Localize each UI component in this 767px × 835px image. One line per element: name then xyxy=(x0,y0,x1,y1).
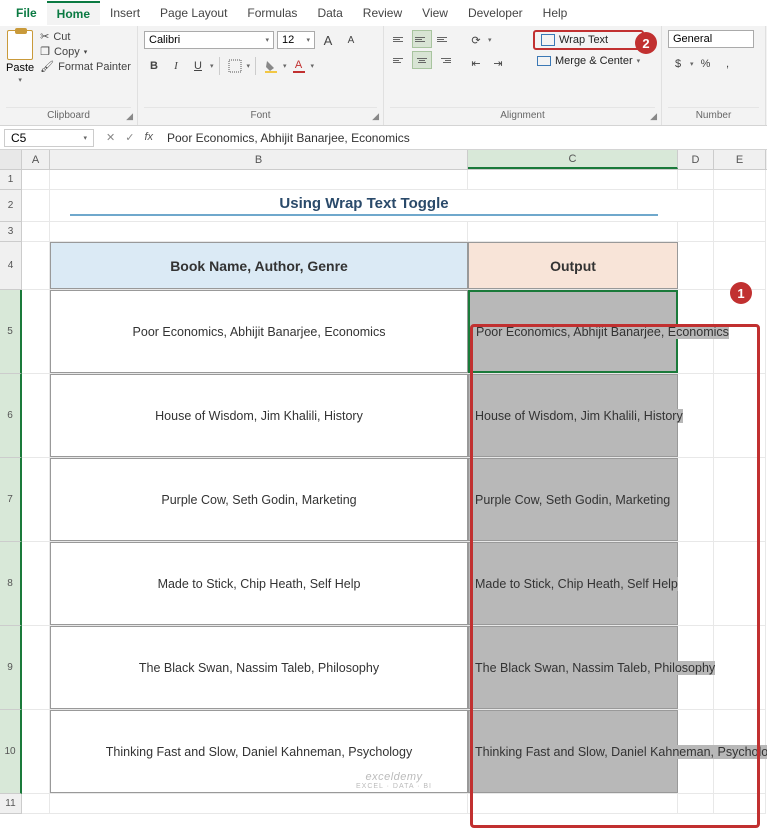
group-font: Calibri▾ 12▾ A A B I U ▾ ▾ ▾ A ▾ Font ◢ xyxy=(138,26,384,125)
select-all-corner[interactable] xyxy=(0,150,22,169)
increase-indent-button[interactable]: ⇥ xyxy=(488,53,508,73)
cell-b8[interactable]: Made to Stick, Chip Heath, Self Help xyxy=(50,542,468,625)
group-number: General $▾ % , Number xyxy=(662,26,766,125)
formula-bar[interactable]: Poor Economics, Abhijit Banarjee, Econom… xyxy=(161,131,767,145)
tab-file[interactable]: File xyxy=(6,2,47,24)
header-c[interactable]: Output xyxy=(468,242,678,289)
col-B[interactable]: B xyxy=(50,150,468,169)
cell-b7[interactable]: Purple Cow, Seth Godin, Marketing xyxy=(50,458,468,541)
italic-button[interactable]: I xyxy=(166,56,186,76)
group-number-label: Number xyxy=(668,107,759,123)
copy-button[interactable]: Copy▾ xyxy=(40,45,131,58)
brush-icon xyxy=(40,60,54,73)
borders-button[interactable] xyxy=(225,56,245,76)
copy-icon xyxy=(40,45,50,58)
cancel-formula-icon[interactable]: ✕ xyxy=(106,131,115,144)
font-size-combo[interactable]: 12▾ xyxy=(277,31,315,49)
ribbon-tabs: File Home Insert Page Layout Formulas Da… xyxy=(0,0,767,26)
paste-icon[interactable] xyxy=(7,30,33,60)
fx-icon[interactable]: fx xyxy=(144,131,153,144)
decrease-indent-button[interactable]: ⇤ xyxy=(466,53,486,73)
tab-developer[interactable]: Developer xyxy=(458,2,533,24)
tab-pagelayout[interactable]: Page Layout xyxy=(150,2,237,24)
row-6[interactable]: 6 xyxy=(0,374,22,458)
group-alignment-label: Alignment xyxy=(390,107,655,123)
group-clipboard: Paste ▾ Cut Copy▾ Format Painter Clipboa… xyxy=(0,26,138,125)
align-center-button[interactable] xyxy=(412,51,432,69)
row-9[interactable]: 9 xyxy=(0,626,22,710)
col-D[interactable]: D xyxy=(678,150,714,169)
tab-data[interactable]: Data xyxy=(307,2,352,24)
wrap-text-icon xyxy=(541,34,555,46)
row-3[interactable]: 3 xyxy=(0,222,22,242)
header-b[interactable]: Book Name, Author, Genre xyxy=(50,242,468,289)
group-font-label: Font xyxy=(144,107,377,123)
row-10[interactable]: 10 xyxy=(0,710,22,794)
underline-button[interactable]: U xyxy=(188,56,208,76)
name-box[interactable]: C5▾ xyxy=(4,129,94,147)
fill-color-button[interactable] xyxy=(261,56,281,76)
cell-b6[interactable]: House of Wisdom, Jim Khalili, History xyxy=(50,374,468,457)
accounting-button[interactable]: $ xyxy=(668,54,688,74)
merge-icon xyxy=(537,56,551,66)
cell-b9[interactable]: The Black Swan, Nassim Taleb, Philosophy xyxy=(50,626,468,709)
row-11[interactable]: 11 xyxy=(0,794,22,814)
align-top-button[interactable] xyxy=(390,30,410,48)
tab-formulas[interactable]: Formulas xyxy=(237,2,307,24)
cell-b5[interactable]: Poor Economics, Abhijit Banarjee, Econom… xyxy=(50,290,468,373)
row-8[interactable]: 8 xyxy=(0,542,22,626)
row-5[interactable]: 5 xyxy=(0,290,22,374)
tab-review[interactable]: Review xyxy=(353,2,412,24)
row-7[interactable]: 7 xyxy=(0,458,22,542)
scissors-icon xyxy=(40,30,49,43)
align-middle-button[interactable] xyxy=(412,30,432,48)
row-headers: 1 2 3 4 5 6 7 8 9 10 11 xyxy=(0,170,22,814)
comma-button[interactable]: , xyxy=(718,54,738,74)
column-headers: A B C D E xyxy=(0,150,767,170)
align-left-button[interactable] xyxy=(390,51,410,69)
clipboard-dialog-launcher[interactable]: ◢ xyxy=(126,111,133,122)
enter-formula-icon[interactable]: ✓ xyxy=(125,131,134,144)
row-2[interactable]: 2 xyxy=(0,190,22,222)
watermark: exceldemy EXCEL · DATA · BI xyxy=(356,772,432,790)
font-name-combo[interactable]: Calibri▾ xyxy=(144,31,274,49)
bold-button[interactable]: B xyxy=(144,56,164,76)
format-painter-button[interactable]: Format Painter xyxy=(40,60,131,73)
col-E[interactable]: E xyxy=(714,150,766,169)
align-right-button[interactable] xyxy=(434,51,454,69)
row-4[interactable]: 4 xyxy=(0,242,22,290)
callout-badge-2: 2 xyxy=(635,32,657,54)
tab-insert[interactable]: Insert xyxy=(100,2,150,24)
cut-button[interactable]: Cut xyxy=(40,30,131,43)
tab-home[interactable]: Home xyxy=(47,1,100,25)
formula-bar-row: C5▾ ✕ ✓ fx Poor Economics, Abhijit Banar… xyxy=(0,126,767,150)
group-clipboard-label: Clipboard xyxy=(6,107,131,123)
wrap-text-button[interactable]: Wrap Text xyxy=(533,30,644,50)
decrease-font-button[interactable]: A xyxy=(341,30,361,50)
merge-center-button[interactable]: Merge & Center ▾ xyxy=(533,53,644,69)
col-C[interactable]: C xyxy=(468,150,678,169)
row-1[interactable]: 1 xyxy=(0,170,22,190)
tab-help[interactable]: Help xyxy=(533,2,578,24)
paste-label[interactable]: Paste xyxy=(6,62,34,74)
number-format-combo[interactable]: General xyxy=(668,30,754,48)
sheet-title: Using Wrap Text Toggle xyxy=(70,195,658,216)
callout-selection xyxy=(470,324,760,828)
callout-badge-1: 1 xyxy=(730,282,752,304)
col-A[interactable]: A xyxy=(22,150,50,169)
increase-font-button[interactable]: A xyxy=(318,30,338,50)
alignment-dialog-launcher[interactable]: ◢ xyxy=(650,111,657,122)
tab-view[interactable]: View xyxy=(412,2,458,24)
percent-button[interactable]: % xyxy=(696,54,716,74)
align-bottom-button[interactable] xyxy=(434,30,454,48)
font-dialog-launcher[interactable]: ◢ xyxy=(372,111,379,122)
group-alignment: ⟳▾ ⇤ ⇥ Wrap Text Merge & Center ▾ xyxy=(384,26,662,125)
orientation-button[interactable]: ⟳ xyxy=(466,30,486,50)
font-color-button[interactable]: A xyxy=(289,56,309,76)
